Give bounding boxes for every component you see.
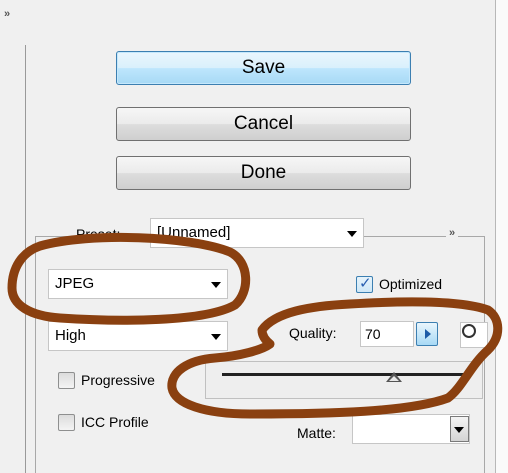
file-format-select[interactable]: JPEG bbox=[48, 269, 228, 299]
left-panel-expand-icon[interactable]: » bbox=[4, 8, 10, 20]
quality-slider-toggle-button[interactable] bbox=[416, 322, 438, 346]
chevron-down-icon[interactable] bbox=[450, 416, 469, 442]
cancel-button[interactable]: Cancel bbox=[116, 107, 411, 141]
progressive-label: Progressive bbox=[81, 372, 155, 388]
chevron-down-icon[interactable] bbox=[341, 219, 363, 247]
optimized-checkbox[interactable]: ✓ bbox=[356, 275, 373, 293]
matte-label: Matte: bbox=[297, 425, 336, 441]
circle-icon bbox=[462, 324, 476, 338]
settings-menu-icon[interactable]: » bbox=[446, 227, 459, 239]
save-button[interactable]: Save bbox=[116, 51, 411, 85]
left-panel-edge bbox=[0, 45, 26, 473]
file-format-value: JPEG bbox=[55, 275, 95, 292]
slider-thumb-highlight bbox=[388, 376, 399, 381]
compression-quality-value: High bbox=[55, 327, 86, 344]
optimized-label: Optimized bbox=[379, 276, 443, 292]
quality-slider-track[interactable] bbox=[222, 373, 467, 376]
progressive-checkbox[interactable] bbox=[58, 372, 75, 389]
icc-profile-label: ICC Profile bbox=[81, 414, 149, 430]
right-panel-edge bbox=[495, 0, 508, 473]
done-button[interactable]: Done bbox=[116, 156, 411, 190]
chevron-down-icon[interactable] bbox=[205, 322, 227, 350]
compression-quality-select[interactable]: High bbox=[48, 321, 228, 351]
icc-profile-checkbox[interactable] bbox=[58, 414, 75, 431]
quality-slider-panel bbox=[205, 361, 483, 399]
preset-label: Preset: bbox=[72, 226, 125, 242]
quality-input[interactable]: 70 bbox=[360, 321, 414, 347]
preset-select[interactable]: [Unnamed] bbox=[150, 218, 364, 248]
quality-label: Quality: bbox=[289, 325, 337, 341]
chevron-down-icon[interactable] bbox=[205, 270, 227, 298]
preset-value: [Unnamed] bbox=[157, 224, 231, 241]
checkmark-icon: ✓ bbox=[359, 275, 372, 292]
